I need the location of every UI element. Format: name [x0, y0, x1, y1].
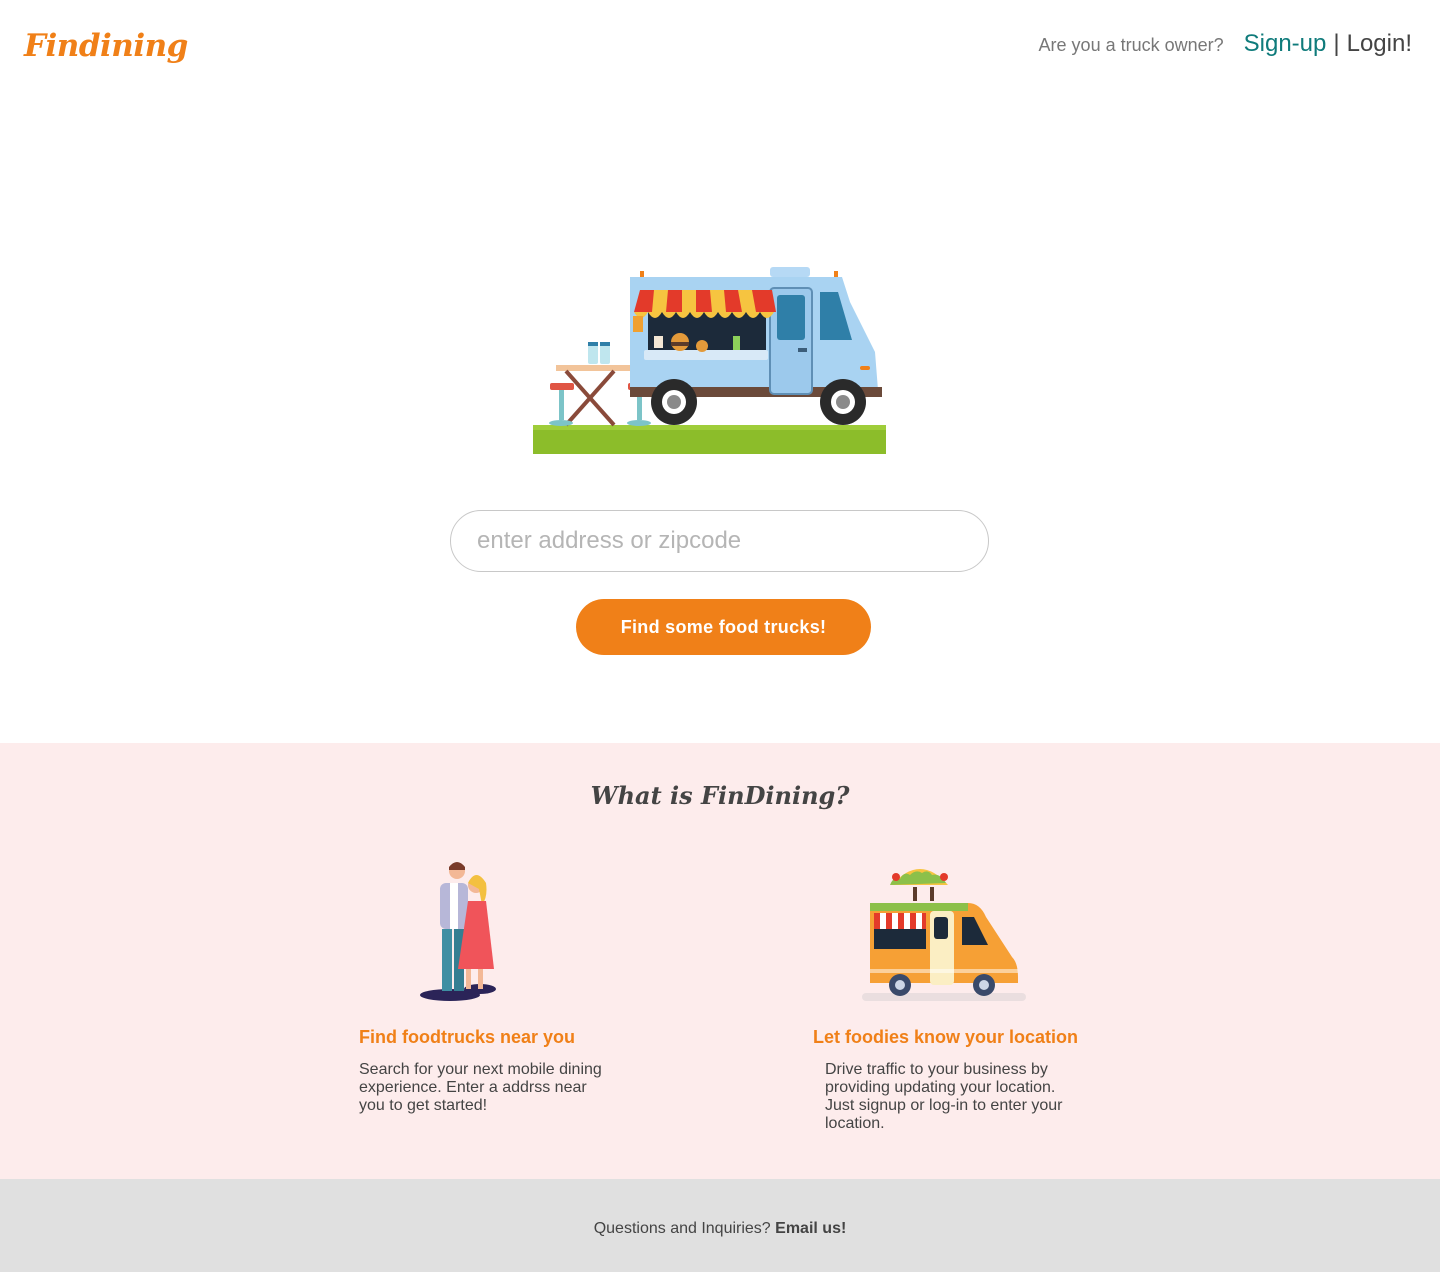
about-section: What is FinDining? Find foodtrucks near …: [0, 743, 1440, 1179]
food-truck-illustration: [533, 267, 886, 454]
site-logo[interactable]: Findining: [24, 28, 188, 64]
nav-separator: |: [1333, 30, 1340, 57]
email-us-link[interactable]: Email us!: [775, 1220, 846, 1237]
login-link[interactable]: Login!: [1347, 30, 1412, 58]
couple-illustration-icon: [420, 862, 496, 1001]
signup-link[interactable]: Sign-up: [1244, 30, 1327, 58]
footer-contact: Questions and Inquiries? Email us!: [0, 1220, 1440, 1238]
about-title: What is FinDining?: [590, 781, 850, 810]
footer-question: Questions and Inquiries?: [593, 1220, 771, 1237]
feature-description-find: Search for your next mobile dining exper…: [359, 1061, 602, 1114]
site-footer: Questions and Inquiries? Email us!: [0, 1179, 1440, 1272]
header-nav: Are you a truck owner? Sign-up | Login!: [1039, 30, 1412, 58]
site-header: Findining Are you a truck owner? Sign-up…: [0, 0, 1440, 90]
address-search-input[interactable]: [450, 510, 989, 572]
feature-description-location: Drive traffic to your business by provid…: [825, 1061, 1063, 1132]
feature-title-location: Let foodies know your location: [813, 1027, 1079, 1047]
taco-truck-illustration-icon: [862, 869, 1026, 1001]
find-food-trucks-button[interactable]: Find some food trucks!: [576, 599, 871, 655]
truck-owner-question: Are you a truck owner?: [1038, 35, 1224, 55]
feature-title-find: Find foodtrucks near you: [359, 1027, 576, 1047]
